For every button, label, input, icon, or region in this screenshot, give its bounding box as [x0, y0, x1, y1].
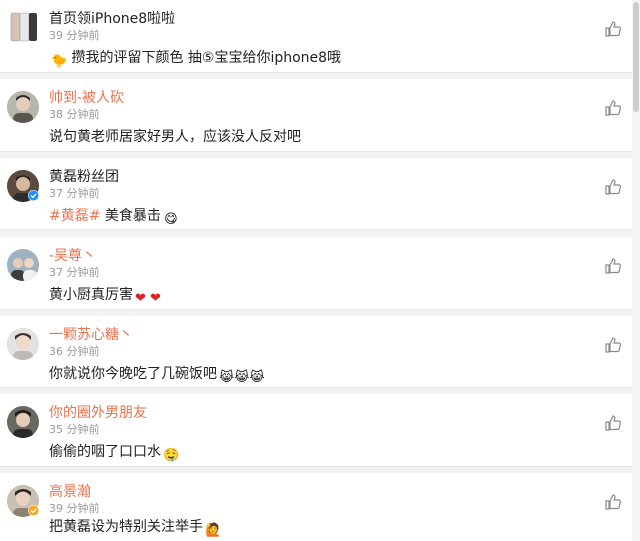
comment-item: 帅到-被人砍 38 分钟前 说句黄老师居家好男人，应该没人反对吧: [0, 79, 632, 152]
comment-text-row: 你就说你今晚吃了几碗饭吧 😹😹😹: [49, 364, 265, 386]
verified-badge-icon: [28, 190, 39, 201]
comment-text-row: 把黄磊设为特别关注举手 🙋: [49, 517, 221, 539]
thumb-up-icon[interactable]: [604, 99, 622, 117]
comment-text: 你就说你今晚吃了几碗饭吧: [49, 366, 217, 382]
comment-author[interactable]: 你的圈外男朋友: [49, 403, 147, 423]
comment-author[interactable]: 高景瀚: [49, 482, 91, 502]
comment-time: 35 分钟前: [49, 423, 100, 436]
raising-hand-emoji-icon: 🙋: [205, 523, 222, 538]
comment-author[interactable]: 一颗苏心糖丶: [49, 325, 133, 345]
drool-emoji-icon: 🤤: [163, 448, 180, 463]
comment-text: 说句黄老师居家好男人，应该没人反对吧: [49, 129, 301, 145]
topic-link[interactable]: #黄磊#: [49, 208, 100, 224]
comment-author[interactable]: 黄磊粉丝团: [49, 167, 119, 187]
heart-emoji-icon: ❤ ❤: [135, 291, 161, 306]
scrollbar-thumb[interactable]: [633, 2, 639, 112]
comment-text-row: 偷偷的咽了口口水 🤤: [49, 442, 179, 464]
comment-text: 攒我的评留下颜色 抽⑤宝宝给你iphone8哦: [71, 50, 342, 66]
thumb-up-icon[interactable]: [604, 178, 622, 196]
comment-item: 一颗苏心糖丶 36 分钟前 你就说你今晚吃了几碗饭吧 😹😹😹: [0, 316, 632, 388]
comment-author[interactable]: 帅到-被人砍: [49, 88, 124, 108]
scrollbar[interactable]: [632, 0, 640, 541]
comment-item: -吴尊丶 37 分钟前 黄小厨真厉害 ❤ ❤: [0, 237, 632, 310]
thumb-up-icon[interactable]: [604, 257, 622, 275]
comment-time: 39 分钟前: [49, 29, 100, 42]
comment-text: 把黄磊设为特别关注举手: [49, 519, 203, 535]
comment-time: 37 分钟前: [49, 187, 100, 200]
comment-text-row: #黄磊# 美食暴击 😋: [49, 206, 179, 228]
comment-item: 黄磊粉丝团 37 分钟前 #黄磊# 美食暴击 😋: [0, 158, 632, 230]
thumb-up-icon[interactable]: [604, 493, 622, 511]
comment-time: 36 分钟前: [49, 345, 100, 358]
emoji-icon: 😋: [164, 212, 178, 227]
comment-item: 高景瀚 39 分钟前 把黄磊设为特别关注举手 🙋: [0, 473, 632, 541]
comment-text-row: 🐤 攒我的评留下颜色 抽⑤宝宝给你iphone8哦: [49, 48, 341, 70]
comment-text: 黄小厨真厉害: [49, 287, 133, 303]
comment-author[interactable]: -吴尊丶: [49, 246, 96, 266]
avatar[interactable]: [7, 249, 39, 281]
cat-emoji-icon: 😹😹😹: [219, 370, 265, 385]
chick-emoji-icon: 🐤: [51, 54, 68, 69]
thumb-up-icon[interactable]: [604, 20, 622, 38]
iphone-avatar-icon[interactable]: [9, 12, 39, 44]
avatar[interactable]: [7, 406, 39, 438]
comment-item: 首页领iPhone8啦啦 39 分钟前 🐤 攒我的评留下颜色 抽⑤宝宝给你iph…: [0, 0, 632, 73]
comment-text: 美食暴击: [100, 208, 161, 224]
thumb-up-icon[interactable]: [604, 336, 622, 354]
comment-text-row: 黄小厨真厉害 ❤ ❤: [49, 285, 161, 307]
verified-badge-icon: [28, 505, 39, 516]
avatar[interactable]: [7, 328, 39, 360]
comment-author[interactable]: 首页领iPhone8啦啦: [49, 9, 175, 29]
comment-time: 39 分钟前: [49, 502, 100, 515]
comment-item: 你的圈外男朋友 35 分钟前 偷偷的咽了口口水 🤤: [0, 394, 632, 467]
avatar[interactable]: [7, 91, 39, 123]
thumb-up-icon[interactable]: [604, 414, 622, 432]
comment-time: 38 分钟前: [49, 108, 100, 121]
comment-text: 偷偷的咽了口口水: [49, 444, 161, 460]
comment-time: 37 分钟前: [49, 266, 100, 279]
